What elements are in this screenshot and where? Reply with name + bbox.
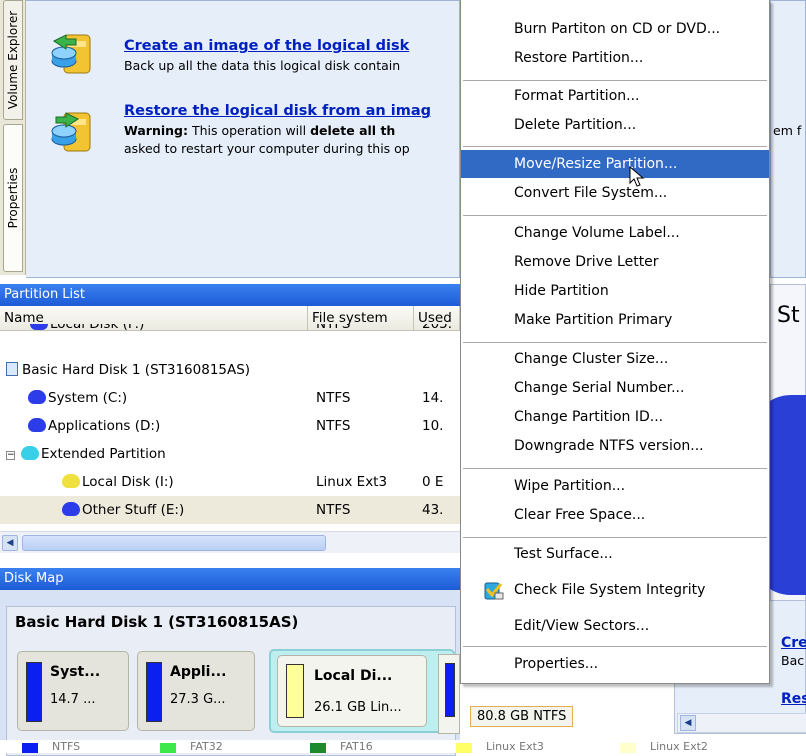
menu-separator (463, 646, 767, 647)
table-row-selected[interactable]: Other Stuff (E:) NTFS 43. (0, 496, 460, 524)
menu-separator (463, 80, 767, 81)
disk-icon (30, 324, 48, 330)
mouse-cursor-icon (629, 166, 645, 187)
menu-item-change-cluster-size[interactable]: Change Cluster Size... (461, 345, 769, 374)
table-row[interactable]: Local Disk (I:) Linux Ext3 0 E (0, 468, 460, 496)
tab-volume-explorer[interactable]: Volume Explorer (3, 0, 23, 120)
partition-block-system[interactable]: Syst... 14.7 ... (17, 651, 129, 731)
table-row[interactable]: − Extended Partition (0, 440, 460, 468)
extended-partition-icon (21, 446, 39, 460)
menu-item-make-partition-primary[interactable]: Make Partition Primary (461, 306, 769, 335)
restore-image-warning: Warning: This operation will delete all … (124, 122, 395, 140)
menu-item-change-serial-number[interactable]: Change Serial Number... (461, 374, 769, 403)
menu-item-edit-view-sectors[interactable]: Edit/View Sectors... (461, 612, 769, 641)
partition-usage-bar (26, 662, 42, 722)
menu-item-clear-free-space[interactable]: Clear Free Space... (461, 501, 769, 530)
collapse-toggle[interactable]: − (6, 451, 15, 460)
right-scrollbar[interactable]: ◀ (677, 713, 806, 733)
menu-separator (463, 146, 767, 147)
create-image-icon (51, 34, 91, 74)
legend-swatch-linux-ext2 (620, 743, 636, 753)
legend-swatch-fat32 (160, 743, 176, 753)
menu-separator (463, 537, 767, 538)
tab-properties[interactable]: Properties (3, 124, 23, 272)
menu-item-convert-file-system[interactable]: Convert File System... (461, 179, 769, 208)
tab-properties-label: Properties (6, 167, 20, 229)
task-panel: Create an image of the logical disk Back… (26, 0, 460, 278)
menu-item-wipe-partition[interactable]: Wipe Partition... (461, 472, 769, 501)
disk-icon (62, 474, 80, 488)
partition-size-other-stuff: 80.8 GB NTFS (470, 706, 574, 727)
partition-list-header: Partition List (0, 284, 460, 306)
menu-item-change-partition-id[interactable]: Change Partition ID... (461, 403, 769, 432)
restore-image-description: asked to restart your computer during th… (124, 141, 410, 156)
disk-map-panel: Disk Map Basic Hard Disk 1 (ST3160815AS)… (0, 568, 460, 756)
menu-item-delete-partition[interactable]: Delete Partition... (461, 111, 769, 140)
check-file-system-icon (484, 582, 504, 600)
table-row[interactable]: Basic Hard Disk 1 (ST3160815AS) (0, 356, 460, 384)
legend-swatch-ntfs (22, 743, 38, 753)
create-image-description: Back up all the data this logical disk c… (124, 58, 401, 73)
restore-image-icon (51, 112, 91, 152)
hard-disk-icon (6, 362, 18, 376)
menu-separator (463, 468, 767, 469)
menu-separator (463, 342, 767, 343)
table-row[interactable]: Applications (D:) NTFS 10. (0, 412, 460, 440)
disk-map-header: Disk Map (0, 568, 460, 590)
menu-item-remove-drive-letter[interactable]: Remove Drive Letter (461, 248, 769, 277)
menu-separator (463, 215, 767, 216)
horizontal-scrollbar[interactable]: ◀ (0, 531, 460, 553)
disk-icon (62, 502, 80, 516)
scrollbar-thumb[interactable] (22, 535, 326, 551)
disk-map-disk: Basic Hard Disk 1 (ST3160815AS) Syst... … (6, 606, 456, 756)
restore-image-link[interactable]: Restore the logical disk from an imag (124, 103, 431, 119)
partition-usage-bar (146, 662, 162, 722)
table-row[interactable]: System (C:) NTFS 14. (0, 384, 460, 412)
partition-context-menu: Burn Partiton on CD or DVD... Restore Pa… (460, 0, 770, 684)
right-task-panel: em f (770, 0, 806, 278)
partition-block-local-disk[interactable]: Local Di... 26.1 GB Lin... (277, 655, 427, 727)
disk-icon (28, 390, 46, 404)
menu-item-properties[interactable]: Properties... (461, 650, 769, 679)
partition-block-other-stuff-edge[interactable] (438, 654, 460, 734)
legend-swatch-fat16 (310, 743, 326, 753)
filesystem-legend: NTFS FAT32 FAT16 Linux Ext3 Linux Ext2 (0, 740, 806, 753)
disk-icon (28, 418, 46, 432)
warning-bold-text: delete all th (310, 123, 396, 138)
disk-title: Basic Hard Disk 1 (ST3160815AS) (15, 613, 299, 631)
warning-text: This operation will (187, 123, 311, 138)
menu-item-restore-partition[interactable]: Restore Partition... (461, 44, 769, 73)
create-image-link[interactable]: Create an image of the logical disk (124, 38, 409, 54)
scroll-left-arrow-icon[interactable]: ◀ (2, 535, 18, 551)
menu-item-downgrade-ntfs[interactable]: Downgrade NTFS version... (461, 432, 769, 461)
warning-label: Warning: (124, 123, 188, 138)
partition-usage-bar (445, 663, 455, 717)
menu-item-move-resize-partition[interactable]: Move/Resize Partition... (461, 150, 769, 178)
menu-item-change-volume-label[interactable]: Change Volume Label... (461, 219, 769, 248)
menu-item-check-file-system-integrity[interactable]: Check File System Integrity (461, 576, 769, 605)
table-row[interactable]: Local Disk (F:) NTFS 205. (0, 324, 460, 340)
menu-item-hide-partition[interactable]: Hide Partition (461, 277, 769, 306)
vertical-tab-strip: Volume Explorer Properties (0, 0, 26, 275)
menu-item-format-partition[interactable]: Format Partition... (461, 82, 769, 111)
partition-usage-bar (286, 664, 304, 718)
scroll-left-arrow-icon[interactable]: ◀ (680, 715, 696, 731)
partition-block-applications[interactable]: Appli... 27.3 G... (137, 651, 255, 731)
partition-list-panel: Partition List Name File system Used Loc… (0, 284, 460, 559)
menu-item-test-surface[interactable]: Test Surface... (461, 540, 769, 569)
menu-item-burn-partition[interactable]: Burn Partiton on CD or DVD... (461, 15, 769, 44)
tab-volume-explorer-label: Volume Explorer (6, 10, 20, 110)
partition-block-extended[interactable]: Local Di... 26.1 GB Lin... (269, 649, 455, 733)
legend-swatch-linux-ext3 (456, 743, 472, 753)
